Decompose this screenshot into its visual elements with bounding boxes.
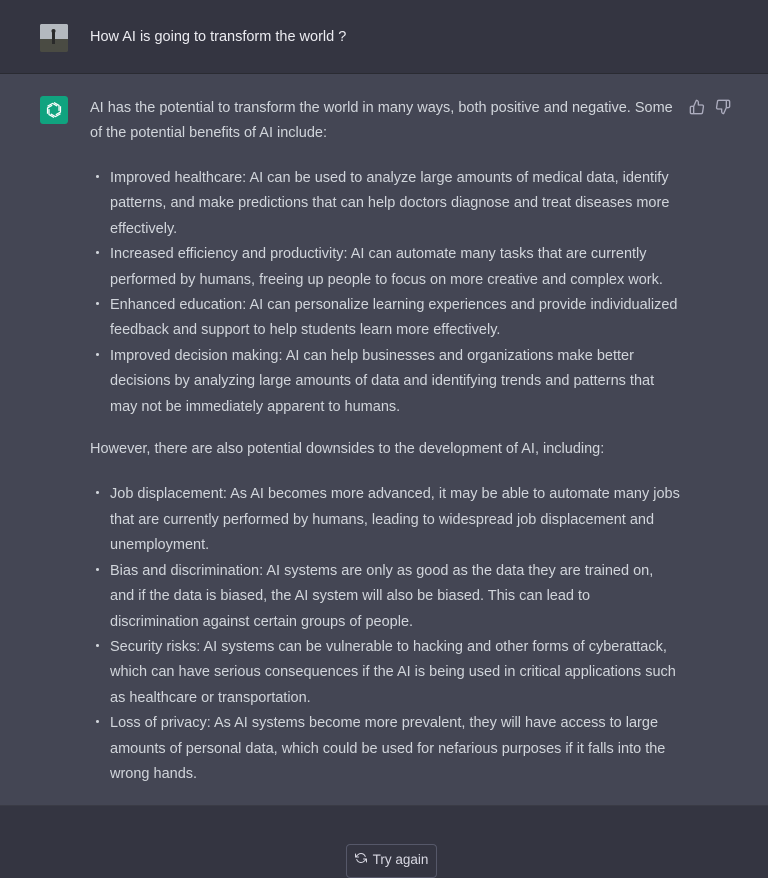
list-item: Enhanced education: AI can personalize l… [90,293,680,344]
openai-logo-icon [40,96,68,124]
answer-intro: AI has the potential to transform the wo… [90,100,673,142]
thumbs-down-icon[interactable] [714,98,732,116]
user-avatar [40,24,68,52]
user-message-row: How AI is going to transform the world ? [0,0,768,74]
list-item: Improved healthcare: AI can be used to a… [90,166,680,242]
list-item: Security risks: AI systems can be vulner… [90,635,680,711]
downsides-intro: However, there are also potential downsi… [90,441,605,458]
try-again-label: Try again [372,851,429,867]
assistant-answer: AI has the potential to transform the wo… [90,96,680,787]
list-item: Bias and discrimination: AI systems are … [90,559,680,635]
assistant-message-row: AI has the potential to transform the wo… [0,74,768,806]
list-item: Increased efficiency and productivity: A… [90,242,680,293]
thumbs-up-icon[interactable] [688,98,706,116]
list-item: Improved decision making: AI can help bu… [90,344,680,420]
list-item: Job displacement: As AI becomes more adv… [90,482,680,558]
bottom-bar: Try again [0,806,768,878]
downsides-list: Job displacement: As AI becomes more adv… [90,482,680,787]
user-question: How AI is going to transform the world ? [90,29,347,45]
refresh-icon [354,852,367,867]
list-item: Loss of privacy: As AI systems become mo… [90,711,680,787]
benefits-list: Improved healthcare: AI can be used to a… [90,166,680,420]
